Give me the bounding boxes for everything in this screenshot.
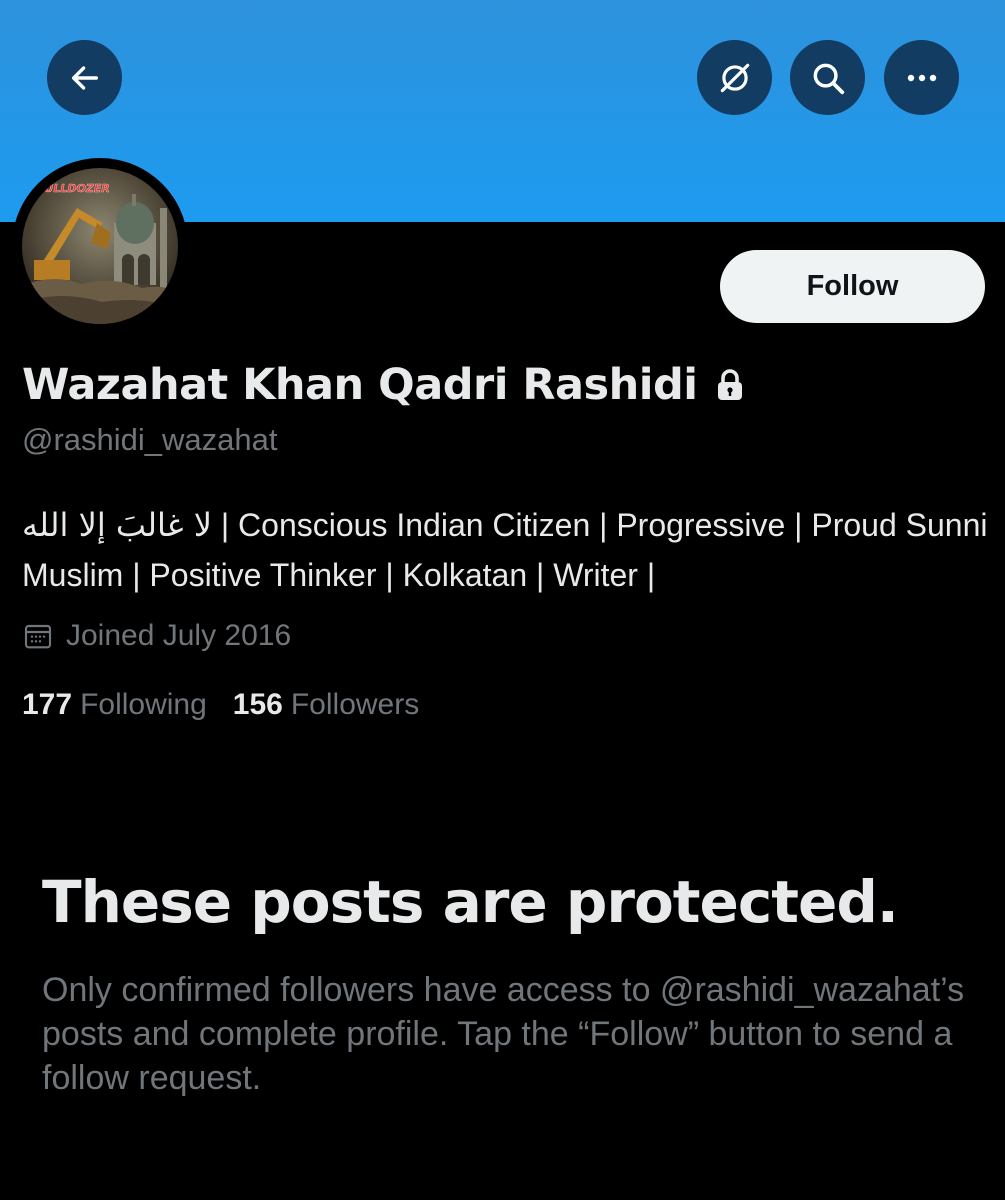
back-button[interactable] [47, 40, 122, 115]
more-dots-icon [904, 72, 940, 84]
arrow-left-icon [68, 61, 102, 95]
followers-label: Followers [290, 688, 420, 721]
joined-text: Joined July 2016 [66, 619, 292, 652]
bio-arabic-text: لا غالبَ إلا الله [22, 506, 212, 544]
follow-stats: 177 Following 156 Followers [22, 683, 445, 727]
more-options-button[interactable] [884, 40, 959, 115]
follow-button[interactable]: Follow [720, 250, 985, 323]
joined-date: Joined July 2016 [22, 614, 291, 658]
followers-link[interactable]: 156 Followers [233, 688, 419, 722]
following-label: Following [80, 688, 207, 721]
profile-handle: @rashidi_wazahat [22, 422, 278, 457]
following-count: 177 [22, 688, 73, 721]
calendar-icon [22, 620, 54, 652]
followers-count: 156 [232, 688, 283, 721]
lock-icon [714, 368, 746, 402]
following-link[interactable]: 177 Following [22, 688, 207, 722]
translate-button[interactable] [697, 40, 772, 115]
display-name-text: Wazahat Khan Qadri Rashidi [22, 360, 698, 410]
search-icon [809, 59, 847, 97]
protected-message: Only confirmed followers have access to … [42, 971, 965, 1097]
profile-bio: لا غالبَ إلا الله | Conscious Indian Cit… [22, 500, 992, 600]
protected-title: These posts are protected. [42, 868, 899, 936]
avatar[interactable]: BULLDOZER [22, 168, 178, 324]
search-button[interactable] [790, 40, 865, 115]
display-name: Wazahat Khan Qadri Rashidi [22, 355, 746, 415]
translate-globe-slash-icon [716, 59, 754, 97]
